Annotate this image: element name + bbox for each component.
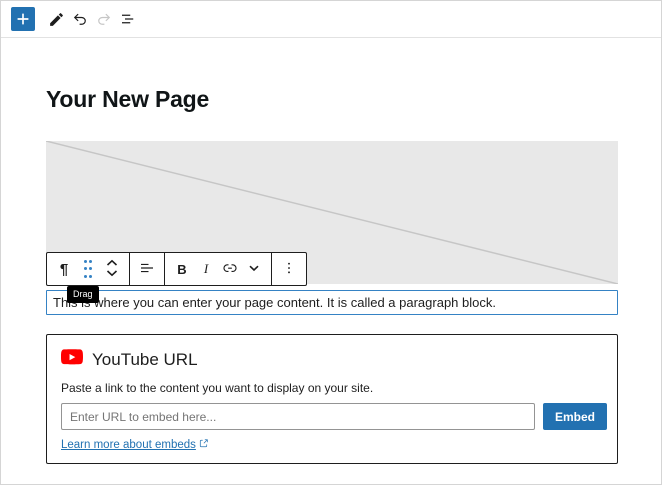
block-toolbar-group-align (129, 253, 164, 285)
align-left-icon (138, 259, 156, 280)
editor-top-toolbar (1, 1, 661, 38)
list-view-icon (119, 10, 137, 28)
embed-url-input[interactable] (61, 403, 535, 430)
bold-icon: B (177, 262, 186, 277)
italic-icon: I (204, 261, 208, 277)
options-button[interactable] (277, 255, 301, 283)
embed-button[interactable]: Embed (543, 403, 607, 430)
plus-icon (13, 9, 33, 29)
format-more-dropdown[interactable] (242, 255, 266, 283)
more-options-icon (281, 260, 297, 279)
youtube-icon (61, 349, 83, 370)
paragraph-text: This is where you can enter your page co… (53, 295, 496, 310)
paragraph-icon: ¶ (60, 261, 68, 278)
redo-button[interactable] (92, 7, 116, 31)
redo-icon (95, 10, 113, 28)
block-mover-button[interactable] (100, 255, 124, 283)
drag-handle[interactable] (76, 255, 100, 283)
youtube-embed-block: YouTube URL Paste a link to the content … (46, 334, 618, 464)
external-link-icon (198, 438, 209, 452)
undo-button[interactable] (68, 7, 92, 31)
chevron-down-icon (247, 261, 261, 278)
pencil-icon (48, 11, 65, 28)
paragraph-block[interactable]: This is where you can enter your page co… (46, 290, 618, 315)
align-button[interactable] (135, 255, 159, 283)
paragraph-block-type-button[interactable]: ¶ (52, 255, 76, 283)
undo-icon (71, 10, 89, 28)
link-icon (221, 259, 239, 280)
block-toolbar-group-format: B I (164, 253, 271, 285)
list-view-button[interactable] (116, 7, 140, 31)
block-editor-window: Your New Page ¶ (0, 0, 662, 485)
learn-more-link[interactable]: Learn more about embeds (61, 438, 209, 452)
embed-header: YouTube URL (61, 349, 198, 370)
block-toolbar: ¶ B I (46, 252, 307, 286)
embed-url-form: Embed (61, 403, 607, 430)
italic-button[interactable]: I (194, 255, 218, 283)
learn-more-label: Learn more about embeds (61, 439, 196, 451)
embed-title: YouTube URL (92, 350, 198, 370)
tools-button[interactable] (44, 7, 68, 31)
drag-tooltip: Drag (67, 286, 99, 303)
link-button[interactable] (218, 255, 242, 283)
block-inserter-button[interactable] (11, 7, 35, 31)
bold-button[interactable]: B (170, 255, 194, 283)
block-toolbar-group-options (271, 253, 306, 285)
embed-description: Paste a link to the content you want to … (61, 381, 373, 395)
page-title[interactable]: Your New Page (46, 86, 209, 113)
mover-up-down-icon (105, 258, 119, 281)
block-toolbar-group-block: ¶ (47, 253, 129, 285)
